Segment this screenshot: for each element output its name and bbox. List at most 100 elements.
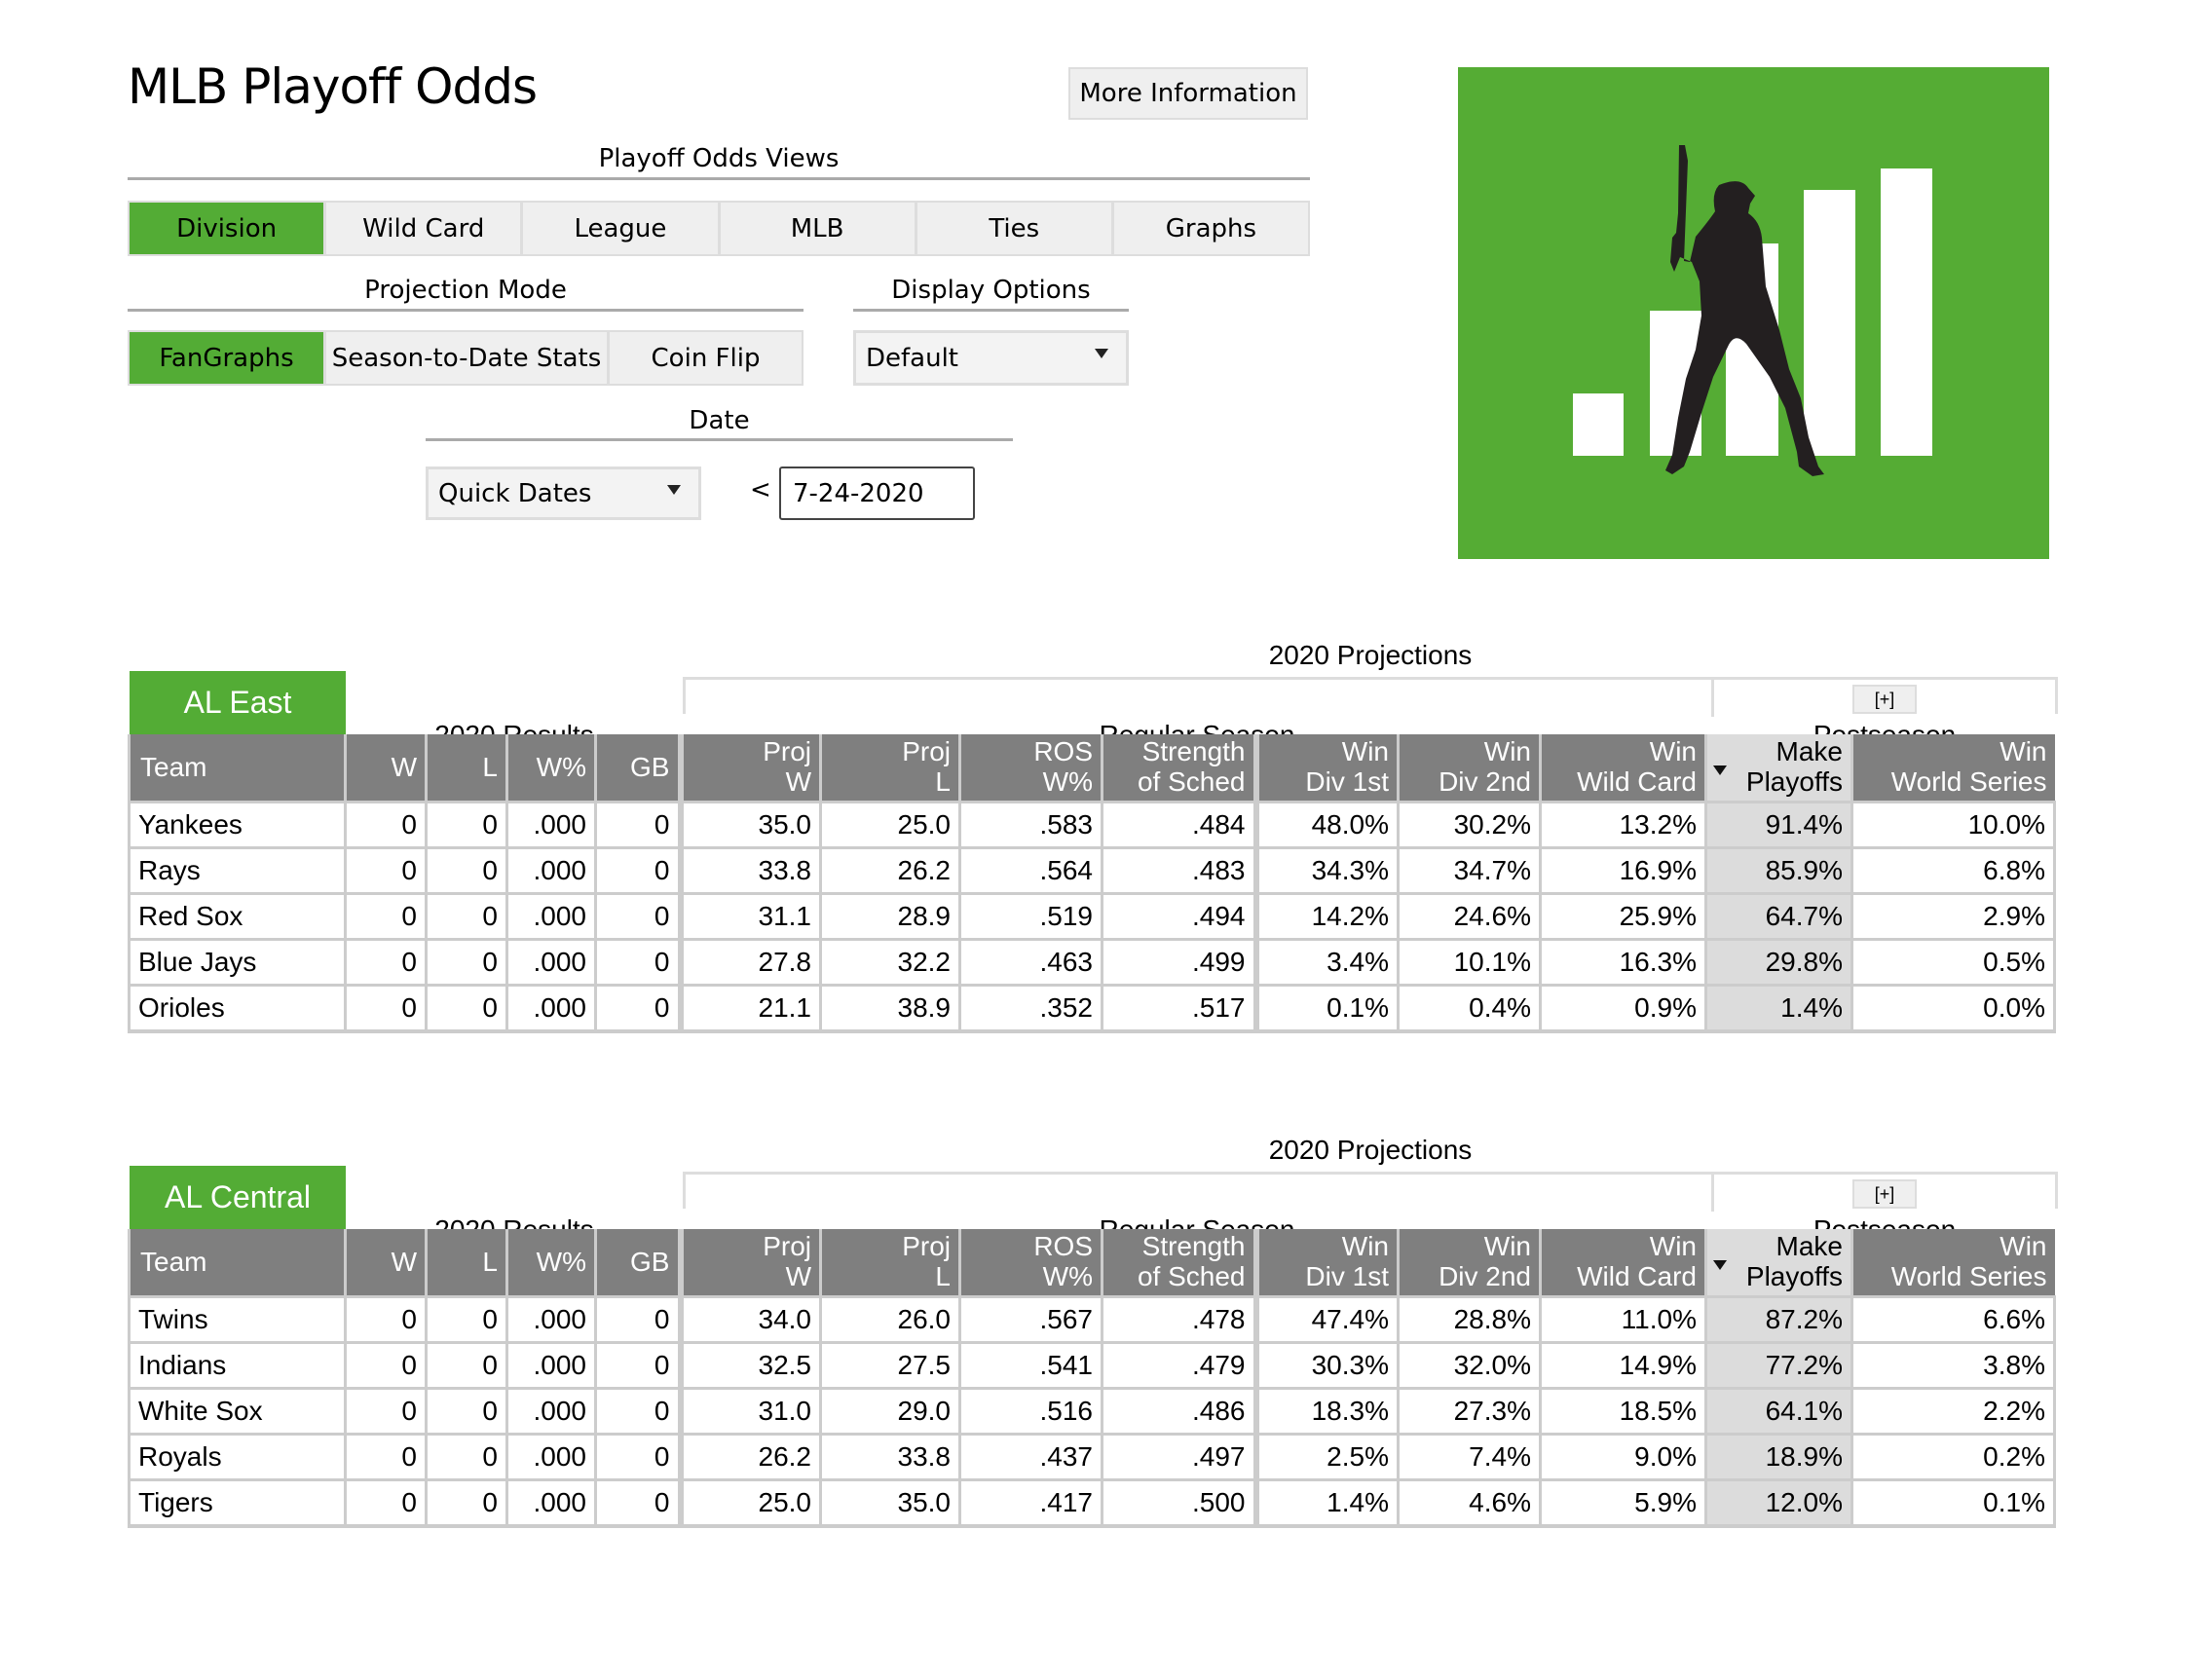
cell-ros-wpct: .519 [958,892,1103,941]
table-row: Yankees 0 0.000 0 35.0 25.0.583.484 48.0% 30.2%… [128,801,2056,849]
col-win-div-1st[interactable]: Win Div 1st [1252,1229,1399,1297]
cell-ros-wpct: .583 [958,801,1103,849]
cell-win-div-1st: 14.2% [1252,892,1400,941]
cell-w: 0 [344,1478,428,1528]
col-win-div-2nd[interactable]: Win Div 2nd [1397,734,1541,803]
cell-win-wild-card: 0.9% [1539,984,1707,1033]
col-l[interactable]: L [425,1229,507,1297]
col-proj-l[interactable]: Proj L [819,734,960,803]
col-win-world-series[interactable]: Win World Series [1850,1229,2055,1297]
previous-date-button[interactable]: < [750,475,771,504]
col-win-wild-card[interactable]: Win Wild Card [1539,734,1706,803]
cell-team-name[interactable]: Red Sox [128,892,347,941]
more-information-button[interactable]: More Information [1068,67,1308,120]
cell-proj-l: 33.8 [819,1433,961,1481]
cell-w: 0 [344,1387,428,1436]
cell-gb: 0 [594,846,682,895]
tab-league[interactable]: League [523,203,721,254]
display-options-select[interactable]: Default [853,330,1129,386]
cell-make-playoffs: 18.9% [1704,1433,1853,1481]
cell-team-name[interactable]: Orioles [128,984,347,1033]
cell-l: 0 [425,984,508,1033]
col-team[interactable]: Team [128,1229,346,1297]
cell-team-name[interactable]: Indians [128,1341,347,1390]
col-win-world-series[interactable]: Win World Series [1850,734,2055,803]
col-ros-wpct[interactable]: ROS W% [958,1229,1102,1297]
col-proj-l[interactable]: Proj L [819,1229,960,1297]
cell-win-wild-card: 13.2% [1539,801,1707,849]
cell-win-wild-card: 9.0% [1539,1433,1707,1481]
col-win-div-1st[interactable]: Win Div 1st [1252,734,1399,803]
cell-win-world-series: 0.5% [1850,938,2056,987]
quick-dates-select[interactable]: Quick Dates [426,467,701,520]
col-strength-of-sched[interactable]: Strength of Sched [1101,734,1256,803]
cell-wpct: .000 [505,1478,597,1528]
col-gb[interactable]: GB [594,734,681,803]
cell-strength-of-sched: .500 [1101,1478,1257,1528]
table-row: Rays 0 0.000 0 33.8 26.2.564.483 34.3% 34.7% 16.… [128,846,2056,895]
mode-fangraphs-button[interactable]: FanGraphs [130,332,326,384]
cell-make-playoffs: 64.1% [1704,1387,1853,1436]
division-name-badge: AL Central [130,1166,346,1229]
cell-team-name[interactable]: Rays [128,846,347,895]
cell-make-playoffs: 29.8% [1704,938,1853,987]
cell-strength-of-sched: .479 [1101,1341,1257,1390]
col-proj-w[interactable]: Proj W [677,1229,821,1297]
col-win-div-2nd[interactable]: Win Div 2nd [1397,1229,1541,1297]
col-l[interactable]: L [425,734,507,803]
col-w[interactable]: W [344,1229,427,1297]
col-wpct[interactable]: W% [505,734,596,803]
cell-proj-w: 26.2 [677,1433,822,1481]
col-w[interactable]: W [344,734,427,803]
cell-team-name[interactable]: Royals [128,1433,347,1481]
col-make-playoffs[interactable]: Make Playoffs [1704,734,1852,803]
date-input[interactable]: 7-24-2020 [779,467,975,520]
cell-l: 0 [425,938,508,987]
col-wpct[interactable]: W% [505,1229,596,1297]
tab-ties[interactable]: Ties [917,203,1114,254]
col-win-wild-card[interactable]: Win Wild Card [1539,1229,1706,1297]
cell-w: 0 [344,938,428,987]
cell-team-name[interactable]: Tigers [128,1478,347,1528]
cell-win-div-2nd: 34.7% [1397,846,1542,895]
cell-team-name[interactable]: Blue Jays [128,938,347,987]
cell-win-wild-card: 11.0% [1539,1295,1707,1344]
cell-w: 0 [344,801,428,849]
col-strength-of-sched[interactable]: Strength of Sched [1101,1229,1256,1297]
col-team[interactable]: Team [128,734,346,803]
col-gb[interactable]: GB [594,1229,681,1297]
cell-proj-l: 27.5 [819,1341,961,1390]
mode-season-to-date-button[interactable]: Season-to-Date Stats [326,332,610,384]
display-options-value: Default [866,343,958,373]
cell-l: 0 [425,801,508,849]
cell-win-div-2nd: 28.8% [1397,1295,1542,1344]
cell-ros-wpct: .516 [958,1387,1103,1436]
tab-wild-card[interactable]: Wild Card [326,203,524,254]
col-ros-wpct[interactable]: ROS W% [958,734,1102,803]
cell-team-name[interactable]: White Sox [128,1387,347,1436]
cell-strength-of-sched: .484 [1101,801,1257,849]
cell-ros-wpct: .417 [958,1478,1103,1528]
col-make-playoffs[interactable]: Make Playoffs [1704,1229,1852,1297]
cell-team-name[interactable]: Yankees [128,801,347,849]
tab-division[interactable]: Division [130,203,327,254]
mode-coin-flip-button[interactable]: Coin Flip [610,332,802,384]
cell-gb: 0 [594,1387,682,1436]
col-proj-w[interactable]: Proj W [677,734,821,803]
table-header-row: Team W L W% GB Proj W Proj L ROS W% Strengt… [128,734,2055,803]
tab-mlb[interactable]: MLB [721,203,917,254]
cell-gb: 0 [594,892,682,941]
cell-wpct: .000 [505,801,597,849]
table-row: Red Sox 0 0.000 0 31.1 28.9.519.494 14.2% 24.6%… [128,892,2056,941]
cell-win-wild-card: 25.9% [1539,892,1707,941]
expand-postseason-button[interactable]: [+] [1852,685,1917,714]
cell-win-div-2nd: 27.3% [1397,1387,1542,1436]
cell-win-div-1st: 48.0% [1252,801,1400,849]
cell-team-name[interactable]: Twins [128,1295,347,1344]
cell-proj-l: 26.2 [819,846,961,895]
cell-l: 0 [425,1478,508,1528]
projections-title: 2020 Projections [1268,1135,1473,1165]
cell-proj-l: 32.2 [819,938,961,987]
expand-postseason-button[interactable]: [+] [1852,1179,1917,1209]
tab-graphs[interactable]: Graphs [1114,203,1308,254]
